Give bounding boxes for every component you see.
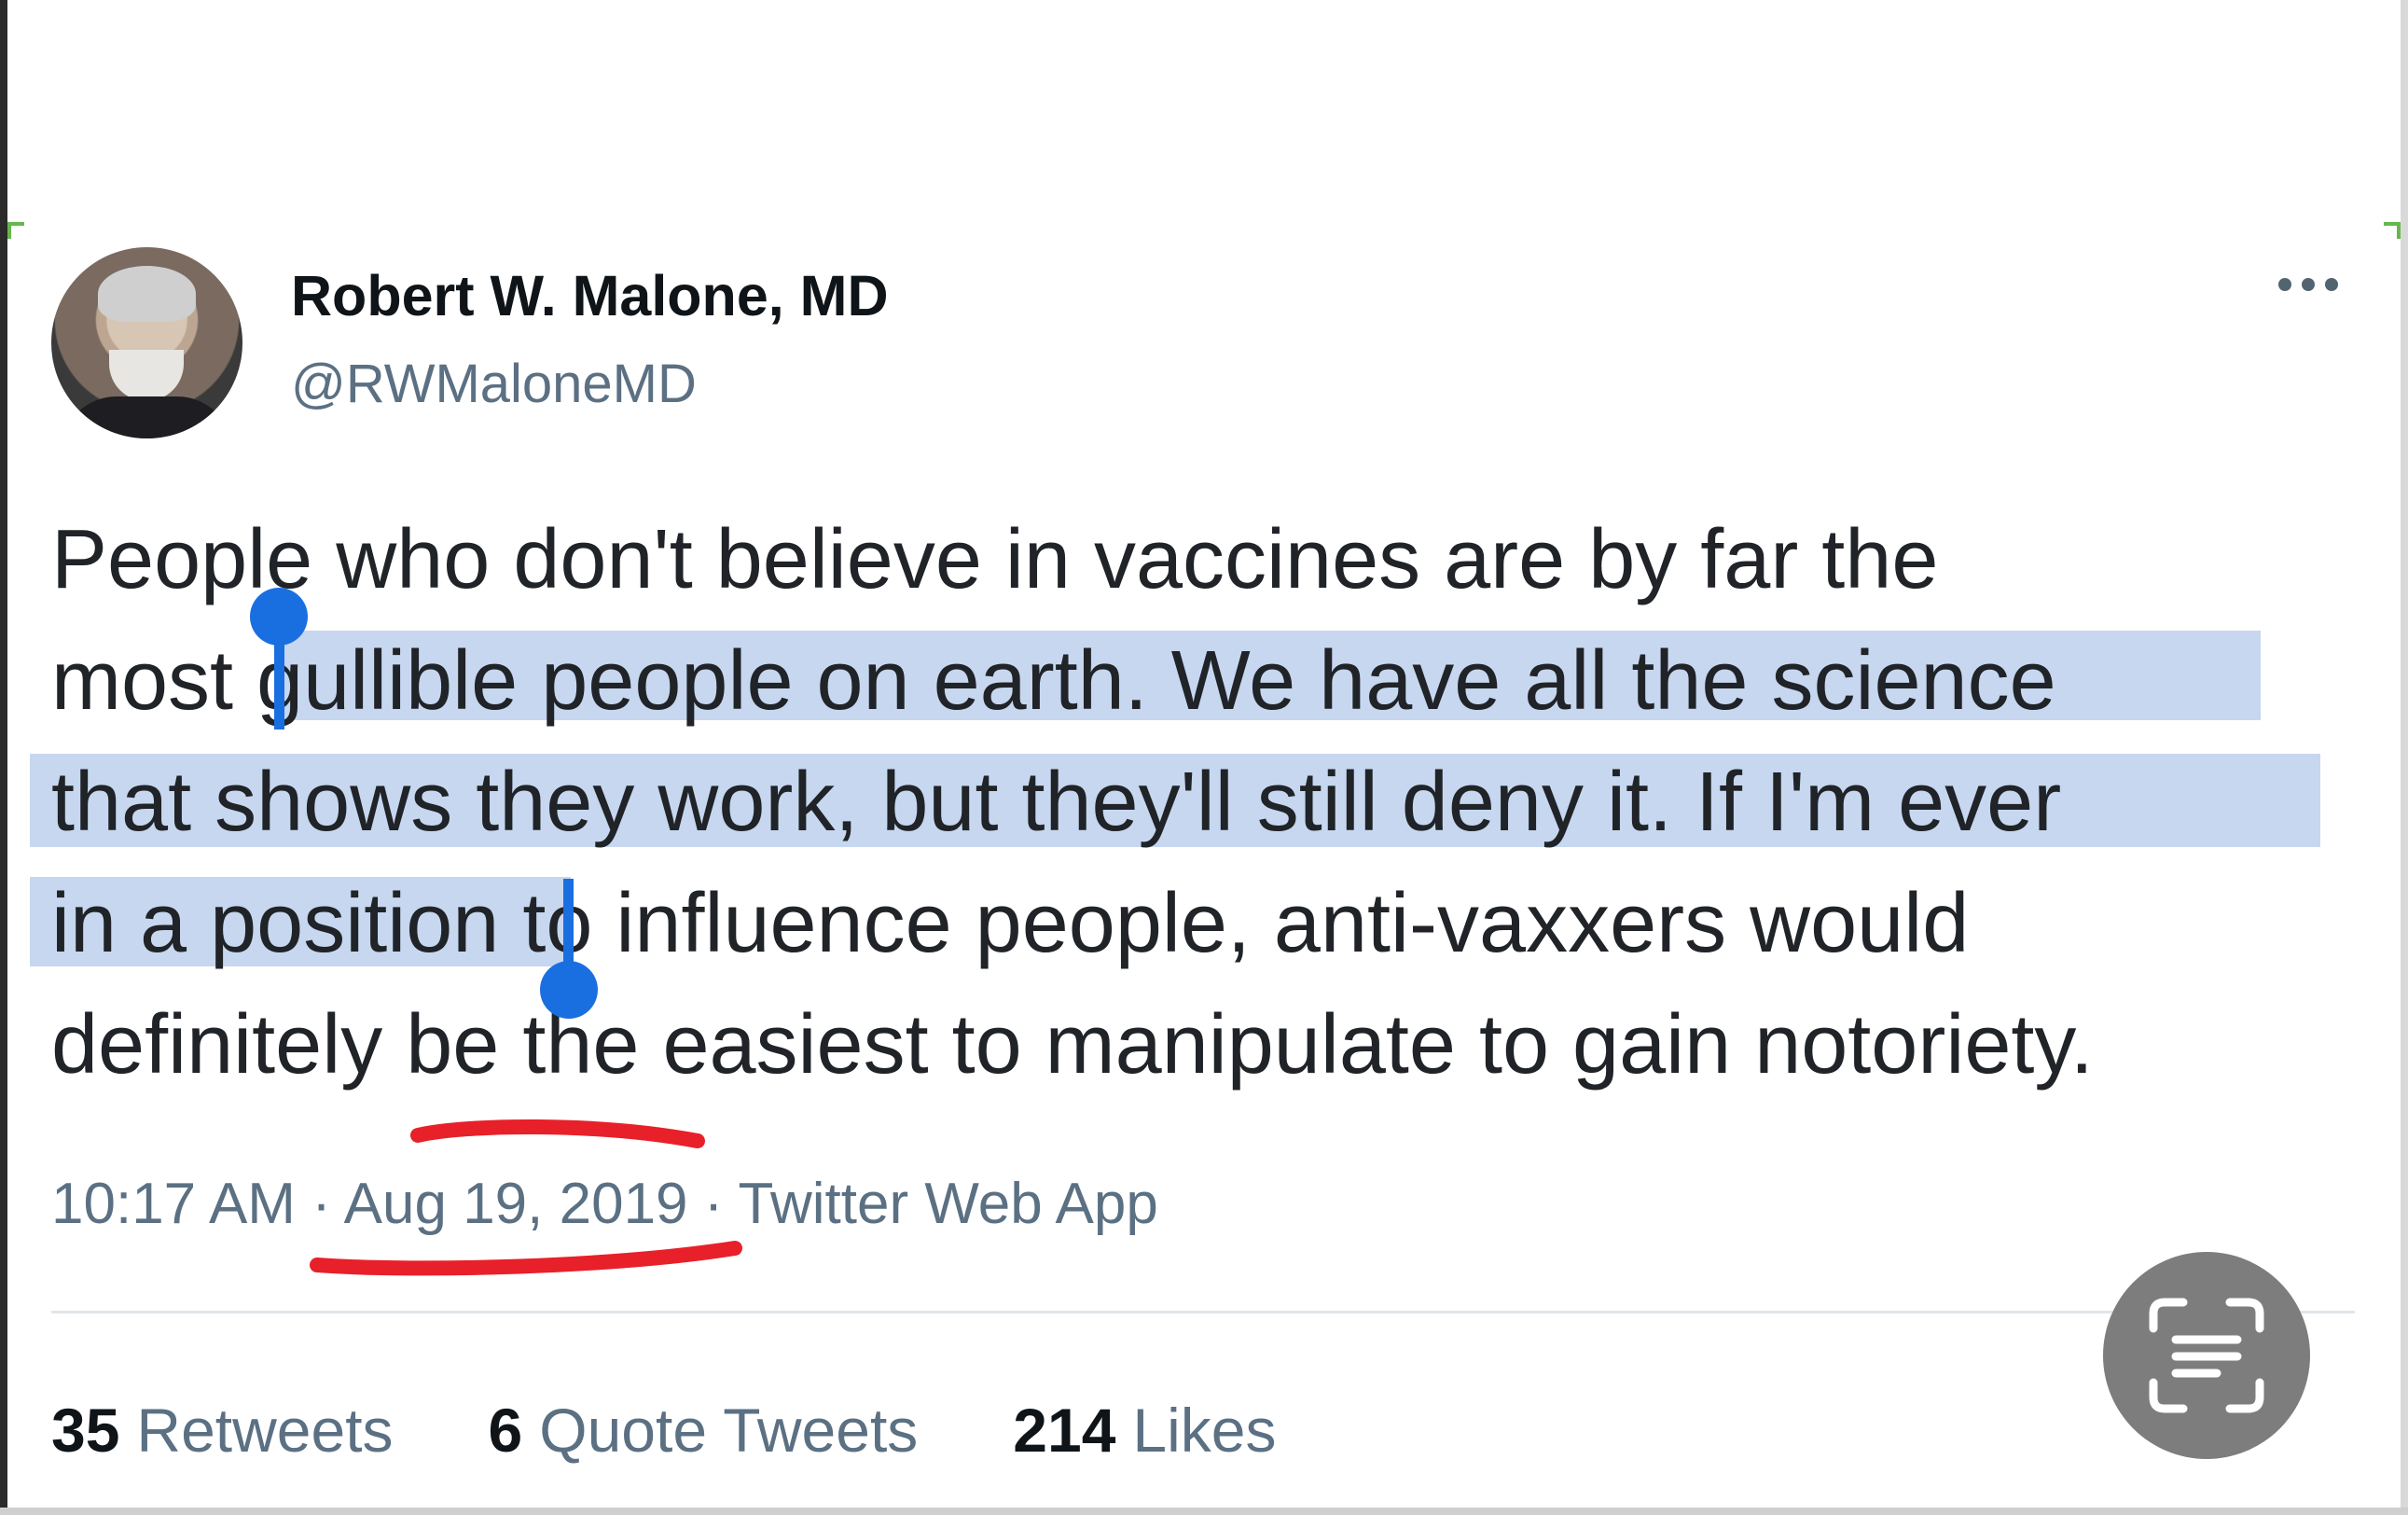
- retweets-label: Retweets: [136, 1396, 394, 1465]
- tweet-source[interactable]: Twitter Web App: [739, 1172, 1158, 1236]
- screen-edge-left: [0, 0, 7, 1515]
- screen-edge-bottom: [0, 1508, 2408, 1515]
- divider: [51, 1311, 2355, 1313]
- author-display-name[interactable]: Robert W. Malone, MD: [291, 263, 889, 328]
- crop-corner-left: [7, 222, 24, 239]
- more-dot: [2302, 278, 2315, 291]
- tweet-stats: 35 Retweets 6 Quote Tweets 214 Likes: [51, 1395, 1372, 1466]
- selection-start-caret: [274, 631, 284, 730]
- quote-tweets-label: Quote Tweets: [539, 1396, 919, 1465]
- tweet-date[interactable]: Aug 19, 2019: [344, 1172, 688, 1236]
- screen-edge-right: [2401, 0, 2408, 1515]
- tweet-text-line[interactable]: People who don't believe in vaccines are…: [51, 518, 1938, 602]
- tweet-time[interactable]: 10:17 AM: [51, 1172, 296, 1236]
- selection-end-caret: [563, 879, 574, 972]
- tweet-text-line[interactable]: that shows they work, but they'll still …: [51, 760, 2061, 844]
- red-underline-annotation: [410, 1119, 705, 1148]
- meta-separator: ·: [295, 1172, 344, 1236]
- tweet-text-line[interactable]: definitely be the easiest to manipulate …: [51, 1003, 2094, 1087]
- likes-stat[interactable]: 214 Likes: [1013, 1395, 1276, 1466]
- avatar-hair: [98, 266, 196, 322]
- selection-end-handle[interactable]: [540, 961, 598, 1019]
- retweets-count: 35: [51, 1396, 120, 1465]
- meta-separator: ·: [687, 1172, 739, 1236]
- text-scan-icon: [2149, 1298, 2264, 1413]
- tweet-text-line[interactable]: in a position to influence people, anti-…: [51, 882, 1969, 966]
- avatar-suit: [61, 396, 233, 438]
- retweets-stat[interactable]: 35 Retweets: [51, 1395, 394, 1466]
- author-handle[interactable]: @RWMaloneMD: [291, 353, 697, 415]
- tweet-text-line[interactable]: most gullible people on earth. We have a…: [51, 639, 2056, 723]
- quote-tweets-count: 6: [488, 1396, 523, 1465]
- likes-count: 214: [1013, 1396, 1116, 1465]
- more-dot: [2278, 278, 2291, 291]
- more-dot: [2325, 278, 2338, 291]
- crop-corner-right: [2384, 222, 2401, 239]
- likes-label: Likes: [1132, 1396, 1277, 1465]
- avatar-beard: [109, 350, 184, 401]
- avatar[interactable]: [51, 247, 242, 438]
- tweet-meta: 10:17 AM · Aug 19, 2019 · Twitter Web Ap…: [51, 1171, 1158, 1237]
- text-scan-button[interactable]: [2103, 1252, 2310, 1459]
- quote-tweets-stat[interactable]: 6 Quote Tweets: [489, 1395, 919, 1466]
- red-underline-annotation: [310, 1241, 742, 1276]
- more-icon[interactable]: [2278, 261, 2349, 308]
